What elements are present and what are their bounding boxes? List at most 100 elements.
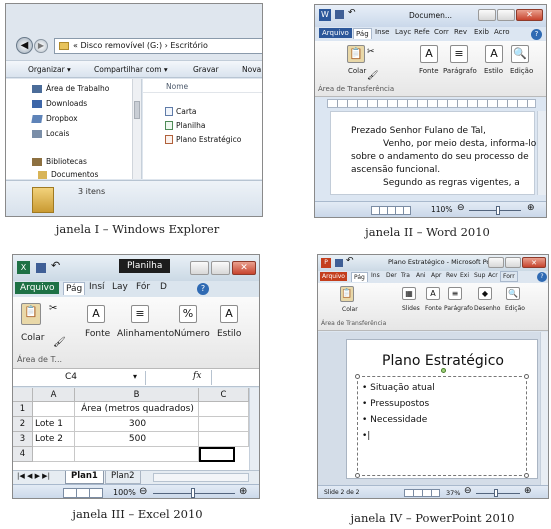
paragraph-label[interactable]: Parágrafo xyxy=(443,67,477,75)
tab-view[interactable]: Exi xyxy=(458,271,471,280)
help-icon[interactable]: ? xyxy=(197,283,209,295)
tab-insert[interactable]: Ins xyxy=(369,271,382,280)
view-buttons-icon[interactable] xyxy=(63,488,103,498)
zoom-slider-thumb[interactable] xyxy=(191,488,195,498)
number-format-icon[interactable]: % xyxy=(179,305,197,323)
tab-insert[interactable]: Inse xyxy=(373,27,391,37)
file-item-carta[interactable]: Carta xyxy=(165,107,262,117)
tab-home[interactable]: Pág xyxy=(353,28,372,39)
cell-a3[interactable]: Lote 2 xyxy=(33,432,75,447)
row-header[interactable]: 4 xyxy=(13,447,33,462)
zoom-slider[interactable] xyxy=(469,210,521,211)
name-box-dropdown-icon[interactable]: ▾ xyxy=(133,372,137,381)
style-label[interactable]: Estilo xyxy=(217,329,241,339)
minimize-button[interactable] xyxy=(190,261,209,275)
resize-handle-bl[interactable] xyxy=(355,473,360,478)
drawing-icon[interactable]: ◆ xyxy=(478,287,492,300)
font-icon[interactable]: A xyxy=(87,305,105,323)
word-document-page[interactable]: Prezado Senhor Fulano de Tal, Venho, por… xyxy=(330,111,536,195)
sheet-nav-arrows-icon[interactable]: |◀ ◀ ▶ ▶| xyxy=(17,472,50,480)
nav-item-dropbox[interactable]: Dropbox xyxy=(31,114,132,125)
column-header-c[interactable]: C xyxy=(199,388,249,402)
tab-mailings[interactable]: Corr xyxy=(432,27,451,37)
slide-title[interactable]: Plano Estratégico xyxy=(347,353,539,369)
save-icon[interactable] xyxy=(335,259,343,267)
tab-acrobat[interactable]: Acr xyxy=(486,271,500,280)
minimize-button[interactable] xyxy=(488,257,504,268)
excel-vertical-scrollbar[interactable] xyxy=(249,388,259,470)
resize-handle-tr[interactable] xyxy=(524,374,529,379)
back-button[interactable]: ◀ xyxy=(16,37,33,54)
cell-b3[interactable]: 500 xyxy=(75,432,199,447)
zoom-in-icon[interactable]: ⊕ xyxy=(239,486,247,497)
zoom-out-icon[interactable]: ⊖ xyxy=(457,203,465,213)
file-item-planilha[interactable]: Planilha xyxy=(165,121,262,131)
row-header[interactable]: 3 xyxy=(13,432,33,447)
ppt-vertical-scrollbar[interactable] xyxy=(540,332,548,485)
zoom-in-icon[interactable]: ⊕ xyxy=(527,203,535,213)
file-item-plano[interactable]: Plano Estratégico xyxy=(165,135,262,145)
find-icon[interactable]: 🔍 xyxy=(506,287,520,300)
style-icon[interactable]: A xyxy=(220,305,238,323)
undo-icon[interactable]: ↶ xyxy=(346,256,354,266)
help-icon[interactable]: ? xyxy=(537,272,547,282)
tab-acrobat[interactable]: Acro xyxy=(492,27,512,37)
zoom-level[interactable]: 37% xyxy=(446,489,460,497)
nav-item-desktop[interactable]: Área de Trabalho xyxy=(32,84,132,95)
tab-layout[interactable]: Lay xyxy=(110,281,130,293)
forward-button[interactable]: ▶ xyxy=(34,39,48,53)
slides-icon[interactable]: ▦ xyxy=(402,287,416,300)
tab-review[interactable]: Rev xyxy=(452,27,469,37)
tab-format[interactable]: Forr xyxy=(500,271,518,282)
zoom-level[interactable]: 110% xyxy=(431,205,452,214)
new-folder-button[interactable]: Nova xyxy=(242,65,261,74)
organize-menu[interactable]: Organizar ▾ xyxy=(28,65,71,74)
paste-icon[interactable]: 📋 xyxy=(21,303,41,325)
tab-home[interactable]: Pág xyxy=(351,272,368,282)
tab-formulas[interactable]: Fór xyxy=(134,281,152,293)
cut-icon[interactable]: ✂ xyxy=(49,303,57,314)
close-button[interactable]: ✕ xyxy=(516,9,543,21)
resize-handle-tl[interactable] xyxy=(355,374,360,379)
cell-b1[interactable]: Área (metros quadrados) xyxy=(75,402,199,417)
fx-button[interactable]: fx xyxy=(193,371,201,381)
style-label[interactable]: Estilo xyxy=(484,67,503,75)
paragraph-icon[interactable]: ≡ xyxy=(450,45,468,63)
bullet-item[interactable]: • Situação atual xyxy=(362,383,435,393)
tab-animations[interactable]: Ani xyxy=(414,271,428,280)
undo-icon[interactable]: ↶ xyxy=(51,259,60,272)
alignment-icon[interactable]: ≡ xyxy=(131,305,149,323)
tab-file[interactable]: Arquivo xyxy=(319,28,352,38)
row-header[interactable]: 1 xyxy=(13,402,33,417)
cell-c2[interactable] xyxy=(199,417,249,432)
tab-home[interactable]: Pág xyxy=(63,282,86,295)
address-bar[interactable]: « Disco removível (G:) › Escritório xyxy=(54,38,262,54)
sheet-tab-plan2[interactable]: Plan2 xyxy=(105,471,141,484)
nav-item-places[interactable]: Locais xyxy=(32,129,132,140)
paste-label[interactable]: Colar xyxy=(348,67,366,75)
select-all-corner[interactable] xyxy=(13,388,33,402)
nav-item-downloads[interactable]: Downloads xyxy=(32,99,132,110)
paste-icon[interactable]: 📋 xyxy=(347,45,365,63)
content-placeholder[interactable]: • Situação atual • Pressupostos • Necess… xyxy=(355,368,529,478)
resize-handle-br[interactable] xyxy=(524,473,529,478)
maximize-button[interactable] xyxy=(505,257,521,268)
paragraph-label[interactable]: Parágrafo xyxy=(444,305,473,312)
format-painter-icon[interactable]: 🖌 xyxy=(367,71,378,81)
nav-scrollbar[interactable] xyxy=(132,79,141,179)
zoom-in-icon[interactable]: ⊕ xyxy=(524,486,532,496)
cell-a4[interactable] xyxy=(33,447,75,462)
paragraph-icon[interactable]: ≡ xyxy=(448,287,462,300)
style-icon[interactable]: A xyxy=(485,45,503,63)
cut-icon[interactable]: ✂ xyxy=(367,47,375,57)
edit-label[interactable]: Edição xyxy=(505,305,525,312)
zoom-out-icon[interactable]: ⊖ xyxy=(464,486,472,496)
zoom-slider-thumb[interactable] xyxy=(494,489,498,497)
edit-label[interactable]: Edição xyxy=(510,67,533,75)
tab-review[interactable]: Rev xyxy=(444,271,459,280)
tab-layout[interactable]: Layc xyxy=(393,27,413,37)
font-label[interactable]: Fonte xyxy=(85,329,110,339)
find-icon[interactable]: 🔍 xyxy=(511,45,529,63)
column-name[interactable]: Nome xyxy=(166,82,188,91)
undo-icon[interactable]: ↶ xyxy=(348,8,356,18)
